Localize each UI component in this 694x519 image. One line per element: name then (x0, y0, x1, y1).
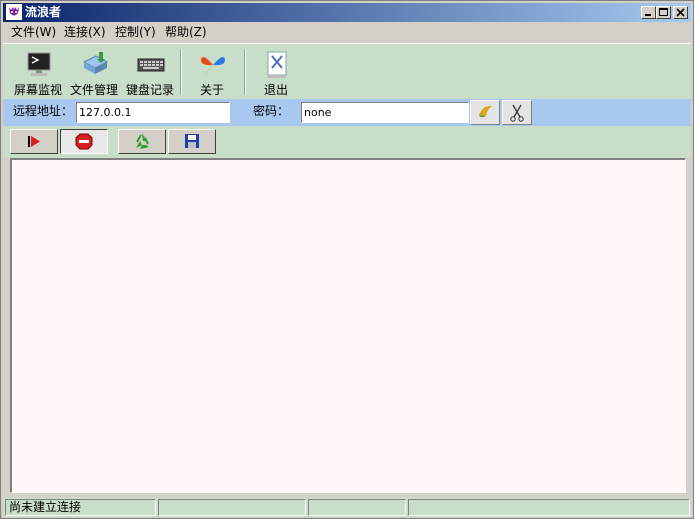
menu-connect[interactable]: 连接(X) (64, 25, 106, 39)
exit-icon (267, 51, 287, 78)
screen-monitor-label: 屏幕监视 (13, 83, 62, 97)
window-title: 流浪者 (25, 5, 62, 19)
keyboard-log-label: 键盘记录 (125, 83, 174, 97)
save-button[interactable] (168, 129, 216, 154)
about-label: 关于 (199, 83, 224, 97)
maximize-button[interactable] (656, 6, 671, 19)
password-input[interactable]: none (301, 102, 469, 123)
title-bar[interactable]: 流浪者 (3, 3, 691, 22)
main-toolbar: 屏幕监视 文件管理 键盘记录 关于 退出 (3, 43, 691, 100)
disconnect-button[interactable] (502, 100, 532, 125)
connect-button[interactable] (470, 100, 500, 125)
maximize-icon (659, 8, 668, 16)
menu-help[interactable]: 帮助(Z) (165, 25, 207, 39)
file-manager-label: 文件管理 (69, 83, 118, 97)
password-label: 密码： (253, 104, 290, 118)
app-window: 流浪者 文件(W) 连接(X) 控制(Y) 帮助(Z) 屏幕监视 文件管理 键盘… (0, 0, 694, 519)
menu-file[interactable]: 文件(W) (11, 25, 56, 39)
save-icon (185, 134, 199, 148)
menu-bar: 文件(W) 连接(X) 控制(Y) 帮助(Z) (3, 22, 691, 42)
address-label: 远程地址： (13, 104, 74, 118)
play-icon (28, 136, 40, 147)
connect-icon (479, 105, 492, 118)
keyboard-icon (137, 58, 165, 72)
status-bar: 尚未建立连接 (3, 497, 691, 517)
recycle-icon (136, 133, 149, 149)
minimize-icon (645, 14, 651, 16)
status-panel-3 (308, 499, 406, 516)
close-icon (676, 8, 685, 17)
minimize-button[interactable] (641, 6, 656, 19)
stop-button[interactable] (60, 129, 108, 154)
output-area[interactable] (10, 158, 686, 493)
keyboard-log-button[interactable]: 键盘记录 (122, 48, 178, 98)
control-bar (3, 126, 691, 158)
connection-bar: 远程地址： 127.0.0.1 密码： none (3, 99, 691, 126)
screen-monitor-button[interactable]: 屏幕监视 (10, 48, 66, 98)
status-text: 尚未建立连接 (5, 499, 156, 516)
start-button[interactable] (10, 129, 58, 154)
refresh-button[interactable] (118, 129, 166, 154)
stop-icon (75, 133, 93, 150)
status-panel-4 (408, 499, 690, 516)
butterfly-icon (201, 56, 225, 75)
monitor-icon (27, 52, 51, 76)
address-input[interactable]: 127.0.0.1 (76, 102, 230, 123)
about-button[interactable]: 关于 (184, 48, 240, 98)
exit-button[interactable]: 退出 (248, 48, 304, 98)
close-button[interactable] (673, 6, 688, 19)
status-panel-2 (158, 499, 306, 516)
file-manager-icon (82, 52, 109, 74)
exit-label: 退出 (263, 83, 288, 97)
disconnect-icon (510, 104, 524, 122)
app-logo-icon (6, 4, 22, 20)
file-manager-button[interactable]: 文件管理 (66, 48, 122, 98)
menu-control[interactable]: 控制(Y) (115, 25, 156, 39)
